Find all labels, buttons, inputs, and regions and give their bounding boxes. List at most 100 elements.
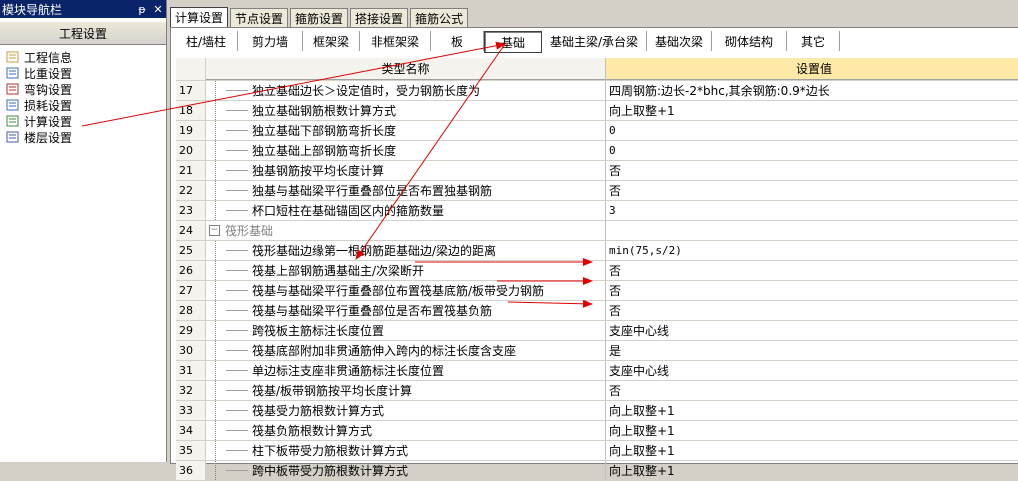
table-row[interactable]: 25 筏形基础边缘第一根钢筋距基础边/梁边的距离 min(75,s/2) bbox=[176, 241, 1018, 261]
setting-value-cell[interactable]: 0 bbox=[606, 121, 1018, 140]
table-row[interactable]: 32 筏基/板带钢筋按平均长度计算 否 bbox=[176, 381, 1018, 401]
component-subtab[interactable]: 柱/墙柱 bbox=[175, 31, 238, 51]
setting-value-cell[interactable]: 3 bbox=[606, 201, 1018, 220]
component-subtab[interactable]: 非框架梁 bbox=[360, 31, 431, 51]
tree-branch bbox=[226, 370, 248, 371]
setting-value-cell[interactable]: 向上取整+1 bbox=[606, 101, 1018, 120]
floor-settings-icon bbox=[6, 130, 20, 144]
table-row[interactable]: 36 跨中板带受力筋根数计算方式 向上取整+1 bbox=[176, 461, 1018, 481]
component-subtab[interactable]: 基础主梁/承台梁 bbox=[542, 31, 647, 51]
tree-branch bbox=[226, 190, 248, 191]
setting-name: 筏形基础 bbox=[225, 224, 274, 238]
tree-line bbox=[206, 401, 226, 420]
nav-item-list: 工程信息 比重设置 弯钩设置 损耗设置 计算设置 楼层设置 bbox=[0, 49, 166, 145]
settings-panel: 柱/墙柱 剪力墙 框架梁 非框架梁板基础 基础主梁/承台梁 基础次梁 砌体结构 其它 类型名称… bbox=[170, 27, 1018, 481]
table-row[interactable]: 33 筏基受力筋根数计算方式 向上取整+1 bbox=[176, 401, 1018, 421]
tree-branch bbox=[226, 350, 248, 351]
nav-item-label: 工程信息 bbox=[24, 50, 73, 65]
table-row[interactable]: 26 筏基上部钢筋遇基础主/次梁断开 否 bbox=[176, 261, 1018, 281]
component-subtab[interactable]: 板 bbox=[431, 31, 484, 51]
tree-line bbox=[206, 141, 226, 160]
nav-item-label: 比重设置 bbox=[24, 66, 73, 81]
header-num-cell bbox=[176, 58, 206, 80]
setting-value-cell[interactable]: 否 bbox=[606, 281, 1018, 300]
nav-section-header[interactable]: 工程设置 bbox=[0, 21, 166, 45]
table-row[interactable]: 28 筏基与基础梁平行重叠部位是否布置筏基负筋 否 bbox=[176, 301, 1018, 321]
component-subtab[interactable]: 框架梁 bbox=[303, 31, 360, 51]
component-subtab[interactable]: 其它 bbox=[787, 31, 840, 51]
nav-item[interactable]: 弯钩设置 bbox=[0, 81, 166, 97]
table-row[interactable]: 23 杯口短柱在基础锚固区内的箍筋数量 3 bbox=[176, 201, 1018, 221]
table-row[interactable]: 19 独立基础下部钢筋弯折长度 0 bbox=[176, 121, 1018, 141]
tree-line bbox=[206, 281, 226, 300]
table-row[interactable]: 34 筏基负筋根数计算方式 向上取整+1 bbox=[176, 421, 1018, 441]
settings-tab[interactable]: 箍筋设置 bbox=[290, 8, 349, 27]
setting-value-cell[interactable]: 四周钢筋:边长-2*bhc,其余钢筋:0.9*边长 bbox=[606, 81, 1018, 100]
row-number: 20 bbox=[176, 141, 206, 160]
group-row[interactable]: 24− 筏形基础 bbox=[176, 221, 1018, 241]
table-row[interactable]: 21 独基钢筋按平均长度计算 否 bbox=[176, 161, 1018, 181]
setting-name: 筏基/板带钢筋按平均长度计算 bbox=[252, 384, 413, 398]
setting-name: 跨筏板主筋标注长度位置 bbox=[252, 324, 385, 338]
setting-value-cell[interactable]: 否 bbox=[606, 261, 1018, 280]
table-row[interactable]: 35 柱下板带受力筋根数计算方式 向上取整+1 bbox=[176, 441, 1018, 461]
nav-item[interactable]: 损耗设置 bbox=[0, 97, 166, 113]
setting-value-cell[interactable]: 向上取整+1 bbox=[606, 461, 1018, 480]
setting-value-cell[interactable]: 向上取整+1 bbox=[606, 441, 1018, 460]
table-row[interactable]: 27 筏基与基础梁平行重叠部位布置筏基底筋/板带受力钢筋 否 bbox=[176, 281, 1018, 301]
component-subtab[interactable]: 基础 bbox=[484, 31, 542, 53]
table-row[interactable]: 30 筏基底部附加非贯通筋伸入跨内的标注长度含支座 是 bbox=[176, 341, 1018, 361]
setting-value-cell[interactable]: 否 bbox=[606, 381, 1018, 400]
setting-name-cell: 独立基础边长＞设定值时，受力钢筋长度为 bbox=[206, 81, 606, 100]
nav-item[interactable]: 比重设置 bbox=[0, 65, 166, 81]
setting-name-cell: 筏基与基础梁平行重叠部位是否布置筏基负筋 bbox=[206, 301, 606, 320]
component-subtabs: 柱/墙柱 剪力墙 框架梁 非框架梁板基础 基础主梁/承台梁 基础次梁 砌体结构 其它 bbox=[175, 31, 840, 53]
table-row[interactable]: 22 独基与基础梁平行重叠部位是否布置独基钢筋 否 bbox=[176, 181, 1018, 201]
settings-grid: 类型名称 设置值 17 独立基础边长＞设定值时，受力钢筋长度为 四周钢筋:边长-2*bh… bbox=[176, 58, 1018, 481]
setting-value-cell[interactable]: 支座中心线 bbox=[606, 321, 1018, 340]
row-number: 26 bbox=[176, 261, 206, 280]
settings-tab[interactable]: 箍筋公式 bbox=[410, 8, 469, 27]
settings-tab[interactable]: 搭接设置 bbox=[350, 8, 409, 27]
nav-item-label: 楼层设置 bbox=[24, 130, 73, 145]
row-number: 30 bbox=[176, 341, 206, 360]
row-number: 27 bbox=[176, 281, 206, 300]
nav-item[interactable]: 楼层设置 bbox=[0, 129, 166, 145]
setting-value-cell[interactable]: 向上取整+1 bbox=[606, 421, 1018, 440]
setting-value-cell[interactable]: 否 bbox=[606, 181, 1018, 200]
setting-value-cell[interactable]: 支座中心线 bbox=[606, 361, 1018, 380]
tree-branch bbox=[226, 330, 248, 331]
setting-name-cell: 筏基底部附加非贯通筋伸入跨内的标注长度含支座 bbox=[206, 341, 606, 360]
setting-value-cell[interactable]: 否 bbox=[606, 161, 1018, 180]
table-row[interactable]: 17 独立基础边长＞设定值时，受力钢筋长度为 四周钢筋:边长-2*bhc,其余钢筋:… bbox=[176, 81, 1018, 101]
table-row[interactable]: 29 跨筏板主筋标注长度位置 支座中心线 bbox=[176, 321, 1018, 341]
component-subtab[interactable]: 剪力墙 bbox=[238, 31, 303, 51]
setting-value-cell[interactable]: 是 bbox=[606, 341, 1018, 360]
setting-value-cell[interactable]: 0 bbox=[606, 141, 1018, 160]
nav-item[interactable]: 计算设置 bbox=[0, 113, 166, 129]
collapse-icon[interactable]: − bbox=[209, 225, 220, 236]
row-number: 18 bbox=[176, 101, 206, 120]
setting-value-cell[interactable]: 向上取整+1 bbox=[606, 401, 1018, 420]
table-row[interactable]: 31 单边标注支座非贯通筋标注长度位置 支座中心线 bbox=[176, 361, 1018, 381]
tree-line bbox=[206, 341, 226, 360]
pin-icon[interactable]: ᵽ bbox=[134, 3, 150, 16]
setting-name: 筏基与基础梁平行重叠部位布置筏基底筋/板带受力钢筋 bbox=[252, 284, 545, 298]
settings-tab[interactable]: 计算设置 bbox=[170, 7, 229, 27]
tree-branch bbox=[226, 410, 248, 411]
close-icon[interactable]: ✕ bbox=[150, 3, 166, 16]
nav-item[interactable]: 工程信息 bbox=[0, 49, 166, 65]
component-subtab[interactable]: 砌体结构 bbox=[712, 31, 787, 51]
setting-name: 独立基础边长＞设定值时，受力钢筋长度为 bbox=[252, 84, 481, 98]
setting-value-cell[interactable]: min(75,s/2) bbox=[606, 241, 1018, 260]
nav-title: 模块导航栏 bbox=[2, 2, 63, 17]
component-subtab[interactable]: 基础次梁 bbox=[647, 31, 712, 51]
setting-value-cell[interactable]: 否 bbox=[606, 301, 1018, 320]
table-row[interactable]: 18 独立基础钢筋根数计算方式 向上取整+1 bbox=[176, 101, 1018, 121]
setting-name-cell: 筏基与基础梁平行重叠部位布置筏基底筋/板带受力钢筋 bbox=[206, 281, 606, 300]
table-row[interactable]: 20 独立基础上部钢筋弯折长度 0 bbox=[176, 141, 1018, 161]
settings-tab[interactable]: 节点设置 bbox=[230, 8, 289, 27]
row-number: 24 bbox=[176, 221, 206, 240]
loss-settings-icon bbox=[6, 98, 20, 112]
setting-value-cell bbox=[606, 221, 1018, 240]
